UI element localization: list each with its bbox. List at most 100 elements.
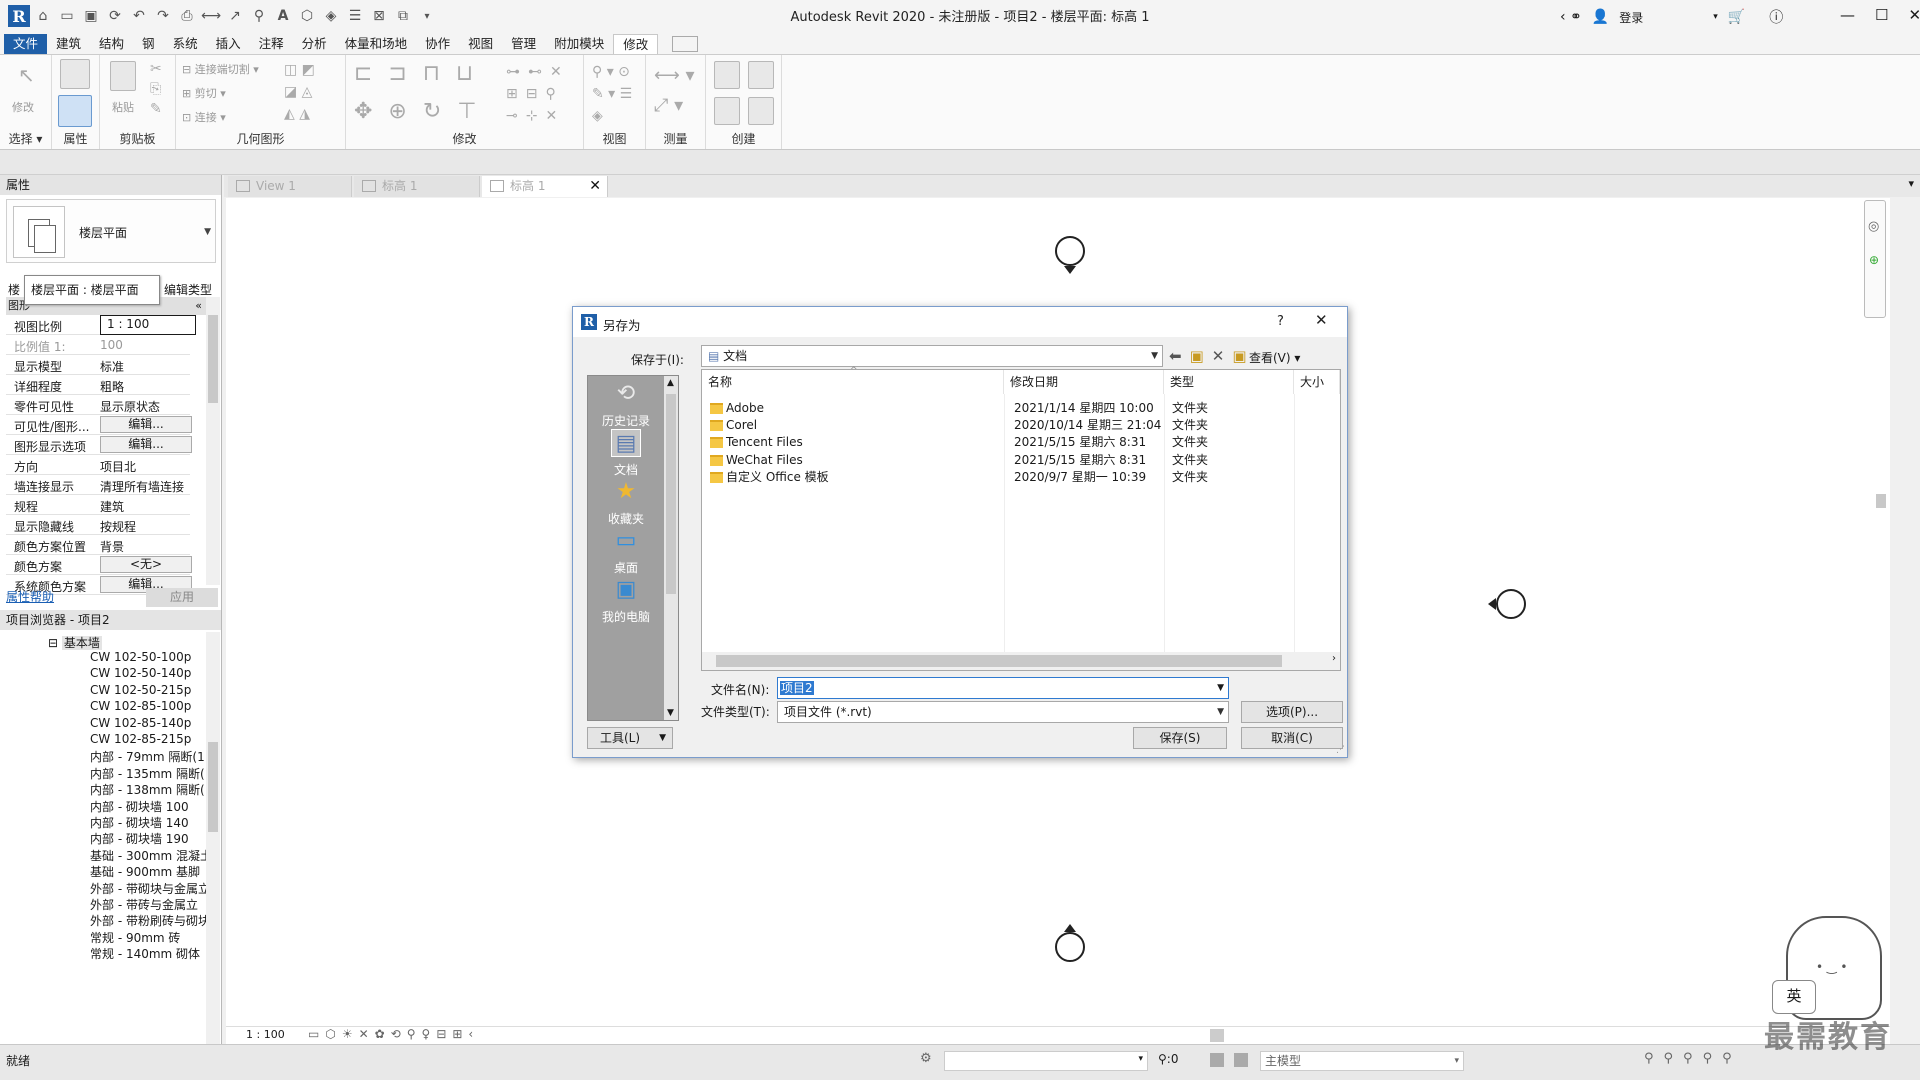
save-icon[interactable]: ▣ (80, 6, 102, 26)
tab-0[interactable]: 文件 (4, 34, 48, 54)
scroll-thumb[interactable] (208, 315, 218, 403)
delete-icon[interactable]: ✕ (1212, 347, 1225, 365)
steering-wheel-icon[interactable]: ◎ (1868, 219, 1879, 234)
filetype-select[interactable]: 项目文件 (*.rvt) ▼ (777, 701, 1229, 723)
tab-3[interactable]: 钢 (133, 34, 164, 54)
property-row[interactable]: 颜色方案 <无> (6, 555, 192, 575)
chevron-down-icon[interactable]: ▾ (1713, 12, 1718, 22)
resize-grip-icon[interactable]: ⋰ (1336, 745, 1345, 755)
column-header[interactable]: 大小 (1294, 370, 1340, 394)
file-row[interactable]: 自定义 Office 模板 2020/9/7 星期一 10:39 文件夹 (702, 467, 1322, 488)
elevation-marker-south[interactable] (1055, 932, 1085, 962)
sync-icon[interactable]: ⟳ (104, 6, 126, 26)
property-edit-button[interactable]: 编辑... (100, 436, 192, 453)
worksharing-icon[interactable]: ⚙ (920, 1051, 932, 1066)
tools-button[interactable]: 工具(L) ▼ (587, 727, 673, 749)
places-scrollbar[interactable]: ▲ ▼ (664, 376, 678, 720)
elevation-marker-east[interactable] (1496, 589, 1526, 619)
design-option-select[interactable]: 主模型 ▾ (1260, 1051, 1464, 1071)
open-icon[interactable]: ▭ (56, 6, 78, 26)
up-folder-icon[interactable]: ▣ (1190, 347, 1204, 365)
close-icon[interactable]: ✕ (1908, 6, 1920, 24)
property-row[interactable]: 显示隐藏线 按规程 (6, 515, 190, 535)
place-history[interactable]: ⟲ 历史记录 (588, 380, 664, 429)
create-group-icon[interactable] (748, 61, 774, 89)
browser-item[interactable]: 外部 - 带砌块与金属立 (90, 880, 208, 897)
help-button[interactable]: ? (1277, 314, 1284, 329)
property-row[interactable]: 详细程度 粗略 (6, 375, 190, 395)
browser-item[interactable]: 内部 - 砌块墙 140 (90, 814, 208, 831)
ribbon-minimize-icon[interactable] (672, 36, 699, 52)
view-menu-button[interactable]: 查看(V) ▾ (1249, 349, 1300, 366)
properties-help-link[interactable]: 属性帮助 (6, 588, 54, 605)
editing-requests-icon[interactable] (1234, 1053, 1248, 1067)
close-hidden-icon[interactable]: ⊠ (368, 6, 390, 26)
column-header[interactable]: 类型 (1164, 370, 1294, 394)
view-tool-icons[interactable]: ⚲ ▾ ⊙ ✎ ▾ ☰ ◈ (592, 61, 632, 127)
align-offset-mirror-icons[interactable]: ⊏⊐⊓⊔ (354, 61, 489, 86)
browser-item[interactable]: 常规 - 90mm 砖 (90, 929, 208, 946)
property-row[interactable]: 墙连接显示 清理所有墙连接 (6, 475, 190, 495)
tag-icon[interactable]: ⚲ (248, 6, 270, 26)
create-assembly-icon[interactable] (714, 61, 740, 89)
type-properties-icon[interactable] (60, 59, 90, 89)
browser-item[interactable]: 内部 - 138mm 隔断( (90, 781, 208, 798)
design-options-icon[interactable] (1210, 1053, 1224, 1067)
tab-9[interactable]: 协作 (416, 34, 459, 54)
tab-view-1[interactable]: View 1 (228, 176, 352, 197)
scroll-thumb[interactable] (716, 655, 1282, 667)
filter-count[interactable]: ⚲:0 (1158, 1052, 1178, 1066)
property-row[interactable]: 颜色方案位置 背景 (6, 535, 190, 555)
chevron-down-icon[interactable]: ▾ (1138, 1054, 1143, 1064)
select-panel-label[interactable]: 选择 ▾ (0, 130, 51, 147)
measure-icon[interactable]: ⟷ (200, 6, 222, 26)
thin-lines-icon[interactable]: ☰ (344, 6, 366, 26)
tab-4[interactable]: 系统 (164, 34, 207, 54)
browser-item[interactable]: 内部 - 135mm 隔断( (90, 765, 208, 782)
scroll-thumb[interactable] (208, 742, 218, 832)
redo-icon[interactable]: ↷ (152, 6, 174, 26)
save-in-select[interactable]: ▤ 文档 ▼ (701, 345, 1163, 367)
scroll-down-icon[interactable]: ▼ (667, 708, 674, 718)
back-icon[interactable]: ⬅ (1169, 347, 1182, 365)
chevron-down-icon[interactable]: ▼ (204, 227, 211, 237)
search-icon[interactable]: ‹ ⚭ (1560, 9, 1582, 25)
tab-5[interactable]: 插入 (207, 34, 250, 54)
options-button[interactable]: 选项(P)... (1241, 701, 1343, 723)
cut-join-tool[interactable]: ⊟ 连接端切割 ▾ (182, 61, 259, 77)
tab-level-1-a[interactable]: 标高 1 (354, 176, 480, 197)
view-control-icons[interactable]: ▭⬡☀✕✿⟲⚲♀⊟⊞‹ (308, 1027, 479, 1041)
move-copy-rotate-icons[interactable]: ✥⊕↻⊤ (354, 99, 492, 124)
tab-level-1-active[interactable]: 标高 1 ✕ (482, 176, 608, 197)
browser-item[interactable]: CW 102-85-215p (90, 732, 208, 746)
minimize-icon[interactable]: — (1840, 6, 1855, 24)
property-row[interactable]: 显示模型 标准 (6, 355, 190, 375)
browser-item[interactable]: 常规 - 140mm 砌体 (90, 945, 208, 962)
create-similar-icon[interactable] (748, 97, 774, 125)
browser-item[interactable]: 内部 - 79mm 隔断(1 (90, 748, 208, 765)
property-row[interactable]: 比例值 1: 100 (6, 335, 190, 355)
browser-item[interactable]: 外部 - 带粉刷砖与砌块 (90, 912, 208, 929)
property-row[interactable]: 零件可见性 显示原状态 (6, 395, 190, 415)
revit-logo-icon[interactable]: R (8, 5, 30, 27)
tab-11[interactable]: 管理 (502, 34, 545, 54)
tab-12[interactable]: 附加模块 (545, 34, 613, 54)
filename-input[interactable]: 项目2 ▼ (777, 677, 1229, 699)
measure-tool-icons[interactable]: ⟷ ▾ ⤢ ▾ (654, 61, 695, 121)
tab-10[interactable]: 视图 (459, 34, 502, 54)
join-tool[interactable]: ⊡ 连接 ▾ (182, 109, 226, 125)
user-icon[interactable]: 👤 (1592, 9, 1609, 25)
property-row[interactable]: 规程 建筑 (6, 495, 190, 515)
view-scale[interactable]: 1 : 100 (246, 1028, 285, 1041)
collapse-icon[interactable]: ⊟ (48, 636, 58, 650)
paste-icon[interactable] (110, 61, 136, 91)
place-my-computer[interactable]: ▣ 我的电脑 (588, 576, 664, 625)
close-icon[interactable]: ✕ (1315, 311, 1328, 329)
properties-toggle-icon[interactable] (58, 95, 92, 127)
customize-qa-icon[interactable]: ▾ (416, 6, 438, 26)
browser-item[interactable]: 基础 - 300mm 混凝土 (90, 847, 208, 864)
file-list-hscrollbar[interactable]: › (702, 652, 1340, 670)
browser-item[interactable]: CW 102-50-140p (90, 666, 208, 680)
geometry-extra-icons[interactable]: ◫ ◩ ◪ ◬ ◭ ◮ (284, 59, 315, 125)
tabs-overflow-icon[interactable]: ▾ (1908, 177, 1914, 190)
